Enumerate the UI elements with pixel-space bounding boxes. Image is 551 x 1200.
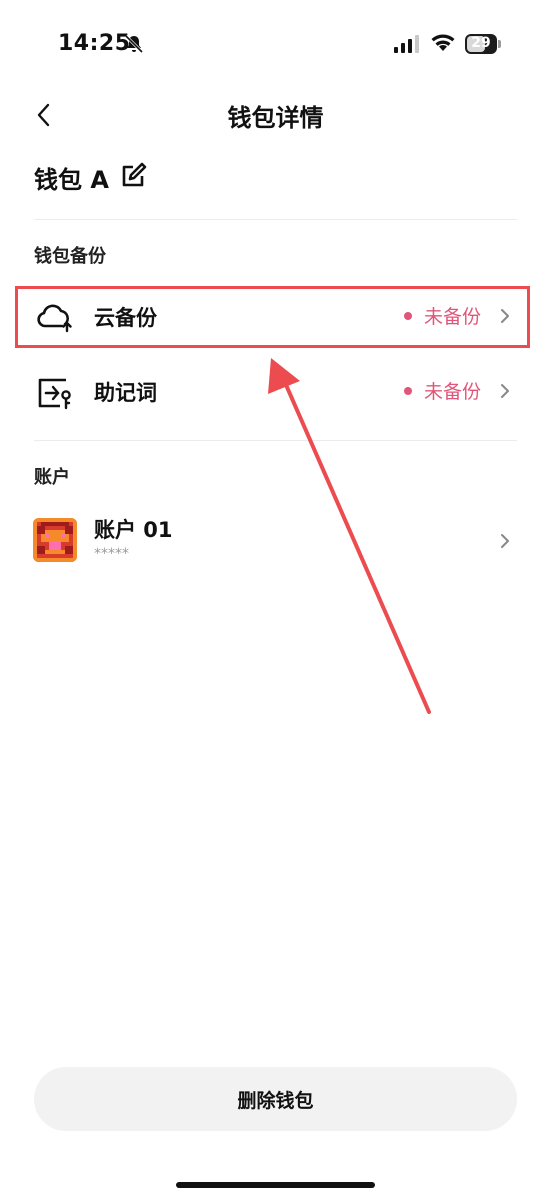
highlight-box bbox=[15, 286, 530, 348]
battery-level-text: 29 bbox=[471, 35, 491, 51]
account-masked-balance: ***** bbox=[94, 546, 129, 562]
mnemonic-label: 助记词 bbox=[94, 381, 157, 405]
chevron-right-icon bbox=[501, 534, 509, 548]
page-title: 钱包详情 bbox=[227, 104, 324, 132]
status-dot bbox=[403, 386, 412, 395]
status-time: 14:25 bbox=[58, 31, 131, 56]
account-name: 账户 01 bbox=[94, 518, 173, 542]
mnemonic-key-icon bbox=[38, 378, 71, 410]
account-row[interactable]: 账户 01 ***** bbox=[16, 512, 531, 572]
backup-section-label: 钱包备份 bbox=[34, 246, 106, 267]
cellular-signal-icon bbox=[394, 35, 419, 53]
mnemonic-row[interactable]: 助记词 未备份 bbox=[16, 356, 531, 426]
divider bbox=[34, 440, 517, 441]
mnemonic-status: 未备份 bbox=[403, 377, 481, 404]
battery-icon: 29 bbox=[465, 34, 501, 54]
account-avatar bbox=[33, 518, 77, 562]
delete-wallet-button[interactable]: 删除钱包 bbox=[34, 1067, 517, 1131]
home-indicator bbox=[176, 1182, 375, 1188]
edit-icon[interactable] bbox=[119, 162, 147, 190]
wallet-name: 钱包 A bbox=[34, 166, 109, 194]
wifi-icon bbox=[431, 34, 455, 51]
accounts-section-label: 账户 bbox=[34, 467, 70, 488]
chevron-right-icon bbox=[501, 384, 509, 398]
mnemonic-status-text: 未备份 bbox=[423, 381, 481, 403]
bell-muted-icon bbox=[124, 34, 144, 54]
divider bbox=[34, 219, 517, 220]
